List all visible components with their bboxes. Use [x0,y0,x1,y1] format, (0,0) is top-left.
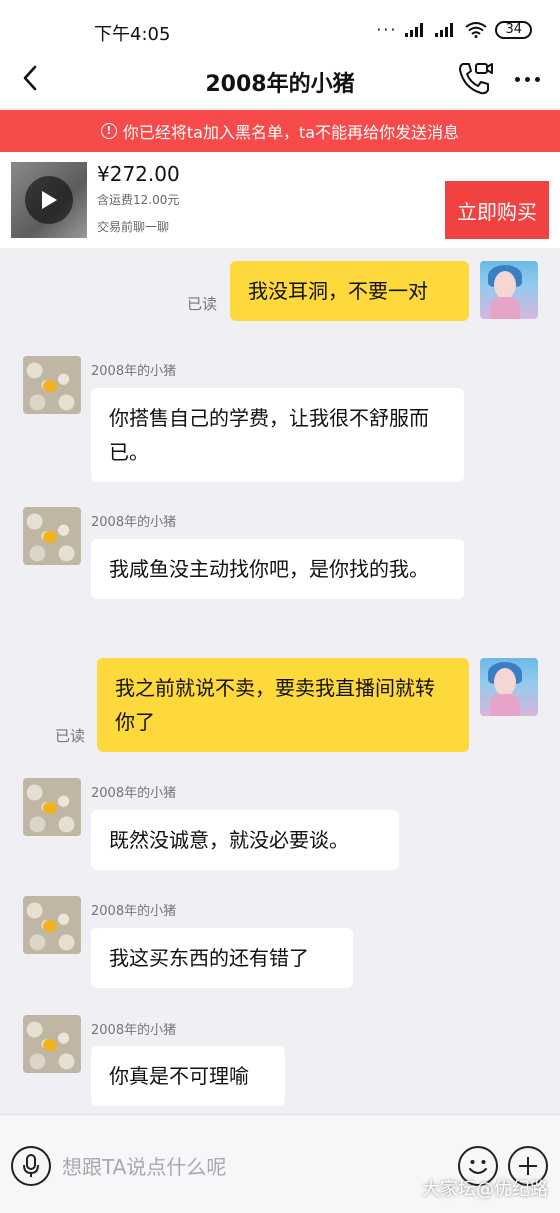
battery-indicator: 34 [495,20,532,39]
call-button[interactable] [456,60,496,98]
contact-avatar[interactable] [23,1015,81,1073]
buy-now-button[interactable]: 立即购买 [445,181,549,239]
plus-icon [519,1157,537,1175]
dot-icon [534,76,540,82]
message-bubble-mine[interactable]: 我没耳洞，不要一对 [230,261,469,321]
message-input[interactable] [62,1151,442,1183]
contact-avatar[interactable] [23,507,81,565]
my-avatar[interactable] [480,261,538,319]
dot-icon [514,76,520,82]
blacklist-banner: ! 你已经将ta加入黑名单，ta不能再给你发送消息 [0,110,560,152]
dot-icon [524,76,530,82]
my-avatar[interactable] [480,658,538,716]
sender-name: 2008年的小猪 [91,515,177,530]
microphone-icon [23,1154,39,1177]
more-dots-icon: ··· [376,20,398,39]
message-bubble-other[interactable]: 我这买东西的还有错了 [91,928,353,988]
contact-avatar[interactable] [23,896,81,954]
watermark: 大家坛@优纪路 [422,1179,548,1200]
message-bubble-other[interactable]: 你真是不可理喻 [91,1046,285,1106]
banner-text: 你已经将ta加入黑名单，ta不能再给你发送消息 [122,123,460,142]
status-time: 下午4:05 [94,24,171,45]
message-list[interactable]: 已读 我没耳洞，不要一对 2008年的小猪 你搭售自己的学费，让我很不舒服而已。… [0,248,560,1114]
message-bubble-other[interactable]: 既然没诚意，就没必要谈。 [91,810,399,870]
contact-avatar[interactable] [23,356,81,414]
play-icon [25,176,73,224]
product-thumbnail[interactable] [11,162,87,238]
status-icons: ··· 34 [376,20,532,39]
signal-icon-2 [435,22,454,37]
read-receipt: 已读 [55,727,86,745]
message-bubble-other[interactable]: 你搭售自己的学费，让我很不舒服而已。 [91,388,464,482]
sender-name: 2008年的小猪 [91,904,177,919]
sender-name: 2008年的小猪 [91,1023,177,1038]
product-card[interactable]: ¥272.00 含运费12.00元 交易前聊一聊 立即购买 [0,152,560,248]
shipping-fee: 含运费12.00元 [97,193,180,207]
product-price: ¥272.00 [97,162,180,186]
contact-avatar[interactable] [23,778,81,836]
message-bubble-mine[interactable]: 我之前就说不卖，要卖我直播间就转你了 [97,658,469,752]
more-options-button[interactable] [510,62,544,96]
wifi-icon [465,21,488,38]
voice-input-button[interactable] [11,1146,51,1186]
phone-video-icon [459,63,493,95]
warning-icon: ! [100,123,117,139]
message-composer: 大家坛@优纪路 [0,1114,560,1213]
message-bubble-other[interactable]: 我咸鱼没主动找你吧，是你找的我。 [91,539,464,599]
sender-name: 2008年的小猪 [91,364,177,379]
signal-icon [405,22,424,37]
chat-header: 2008年的小猪 [0,50,560,108]
sender-name: 2008年的小猪 [91,786,177,801]
read-receipt: 已读 [187,295,218,313]
product-note: 交易前聊一聊 [97,220,170,234]
